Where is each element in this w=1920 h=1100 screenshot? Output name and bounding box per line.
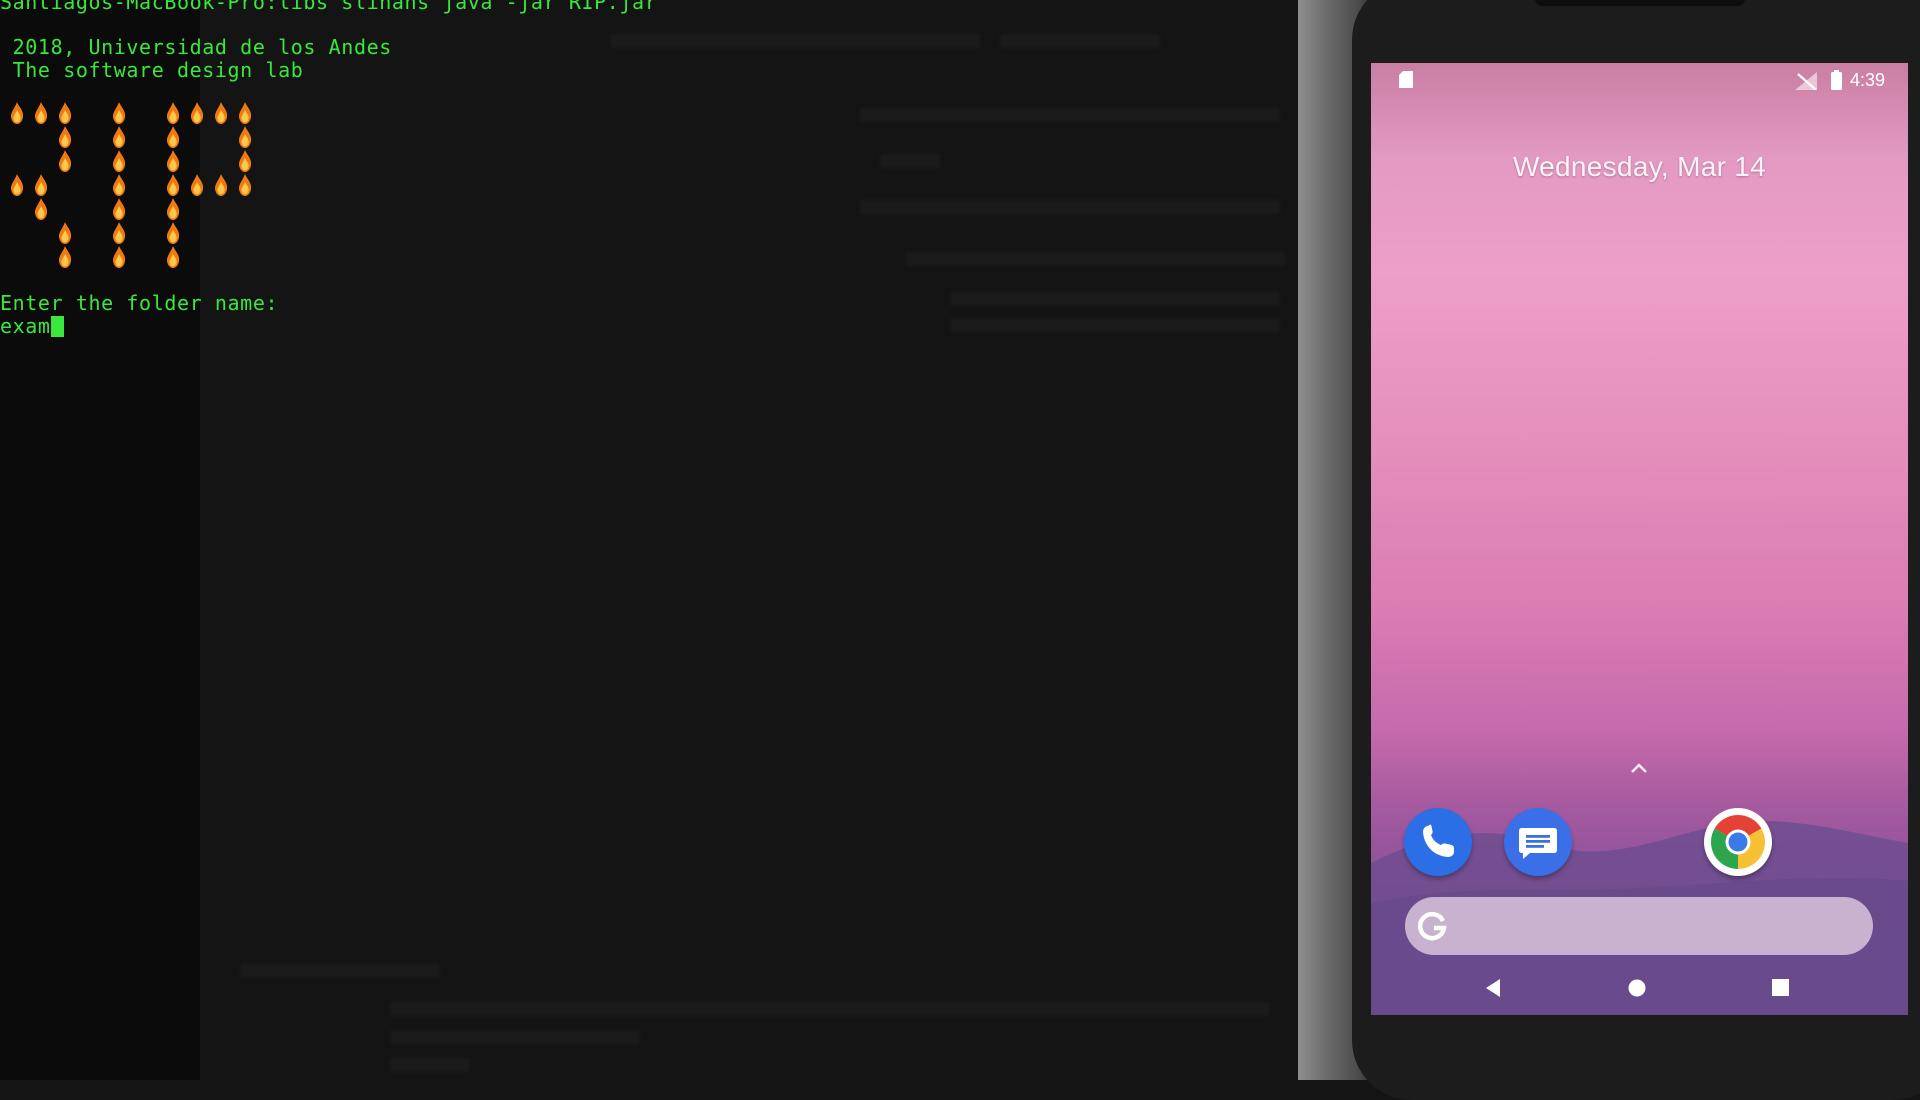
fire-emoji — [10, 174, 24, 196]
fire-emoji — [112, 126, 126, 148]
fire-emoji — [112, 150, 126, 172]
background-editor-text — [240, 964, 440, 978]
fire-emoji — [112, 222, 126, 244]
fire-emoji — [166, 198, 180, 220]
fire-emoji — [166, 222, 180, 244]
command-line: Santiagos-MacBook-Pro:libs slinans java … — [0, 0, 658, 14]
fire-emoji — [166, 126, 180, 148]
fire-emoji — [166, 174, 180, 196]
background-editor-text — [860, 200, 1280, 214]
background-editor-text — [860, 108, 1280, 122]
status-bar: 4:39 — [1371, 63, 1908, 97]
navigation-bar — [1371, 963, 1908, 1015]
phone-app-icon[interactable] — [1404, 808, 1472, 876]
recents-icon[interactable] — [1772, 979, 1789, 996]
fire-emoji — [214, 174, 228, 196]
background-editor-text — [1000, 34, 1160, 48]
home-date-widget[interactable]: Wednesday, Mar 14 — [1371, 151, 1908, 183]
fire-emoji — [34, 174, 48, 196]
text-cursor — [50, 316, 64, 337]
google-search-bar[interactable] — [1405, 897, 1873, 955]
fire-emoji — [166, 150, 180, 172]
back-icon[interactable] — [1484, 978, 1502, 998]
fire-emoji — [112, 246, 126, 268]
fire-emoji — [166, 102, 180, 124]
battery-icon — [1831, 70, 1842, 90]
folder-prompt-label: Enter the folder name: — [0, 291, 279, 315]
fire-emoji — [58, 246, 72, 268]
message-bubble-icon — [1519, 828, 1557, 859]
status-clock: 4:39 — [1850, 70, 1886, 90]
background-editor-text — [950, 292, 1280, 306]
background-editor-text — [390, 1002, 1270, 1016]
fire-emoji — [58, 102, 72, 124]
lab-line: The software design lab — [0, 58, 304, 82]
chrome-app-icon[interactable] — [1704, 808, 1772, 876]
background-editor-text — [880, 154, 940, 168]
fire-emoji — [58, 222, 72, 244]
phone-speaker — [1535, 0, 1745, 6]
fire-emoji — [238, 150, 252, 172]
fire-emoji — [238, 174, 252, 196]
folder-name-value: exam — [0, 314, 51, 338]
no-signal-icon — [1795, 72, 1817, 90]
messages-app-icon[interactable] — [1504, 808, 1572, 876]
chrome-logo-icon — [1710, 814, 1766, 869]
fire-emoji — [112, 198, 126, 220]
terminal-window[interactable]: Santiagos-MacBook-Pro:libs slinans java … — [0, 0, 1298, 1080]
fire-emoji — [166, 246, 180, 268]
fire-emoji — [190, 102, 204, 124]
fire-emoji — [238, 102, 252, 124]
fire-emoji — [190, 174, 204, 196]
background-editor-text — [390, 1030, 640, 1044]
fire-emoji — [34, 102, 48, 124]
android-home-screen[interactable]: 4:39 Wednesday, Mar 14 — [1371, 63, 1908, 1015]
google-g-icon — [1417, 911, 1447, 941]
fire-emoji — [112, 102, 126, 124]
copyright-line: 2018, Universidad de los Andes — [0, 35, 392, 59]
fire-emoji — [10, 102, 24, 124]
fire-emoji — [34, 198, 48, 220]
background-editor-text — [950, 318, 1280, 332]
sd-card-icon — [1399, 71, 1413, 88]
fire-emoji — [214, 102, 228, 124]
chevron-up-icon[interactable] — [1629, 761, 1649, 775]
phone-handset-icon — [1423, 824, 1454, 857]
folder-name-input[interactable]: exam — [0, 314, 64, 338]
fire-emoji — [58, 126, 72, 148]
fire-emoji — [112, 174, 126, 196]
background-editor-text — [905, 252, 1285, 266]
fire-emoji — [58, 150, 72, 172]
fire-emoji — [238, 126, 252, 148]
background-editor-text — [390, 1058, 470, 1072]
background-editor-text — [610, 34, 980, 48]
home-icon[interactable] — [1627, 978, 1647, 998]
